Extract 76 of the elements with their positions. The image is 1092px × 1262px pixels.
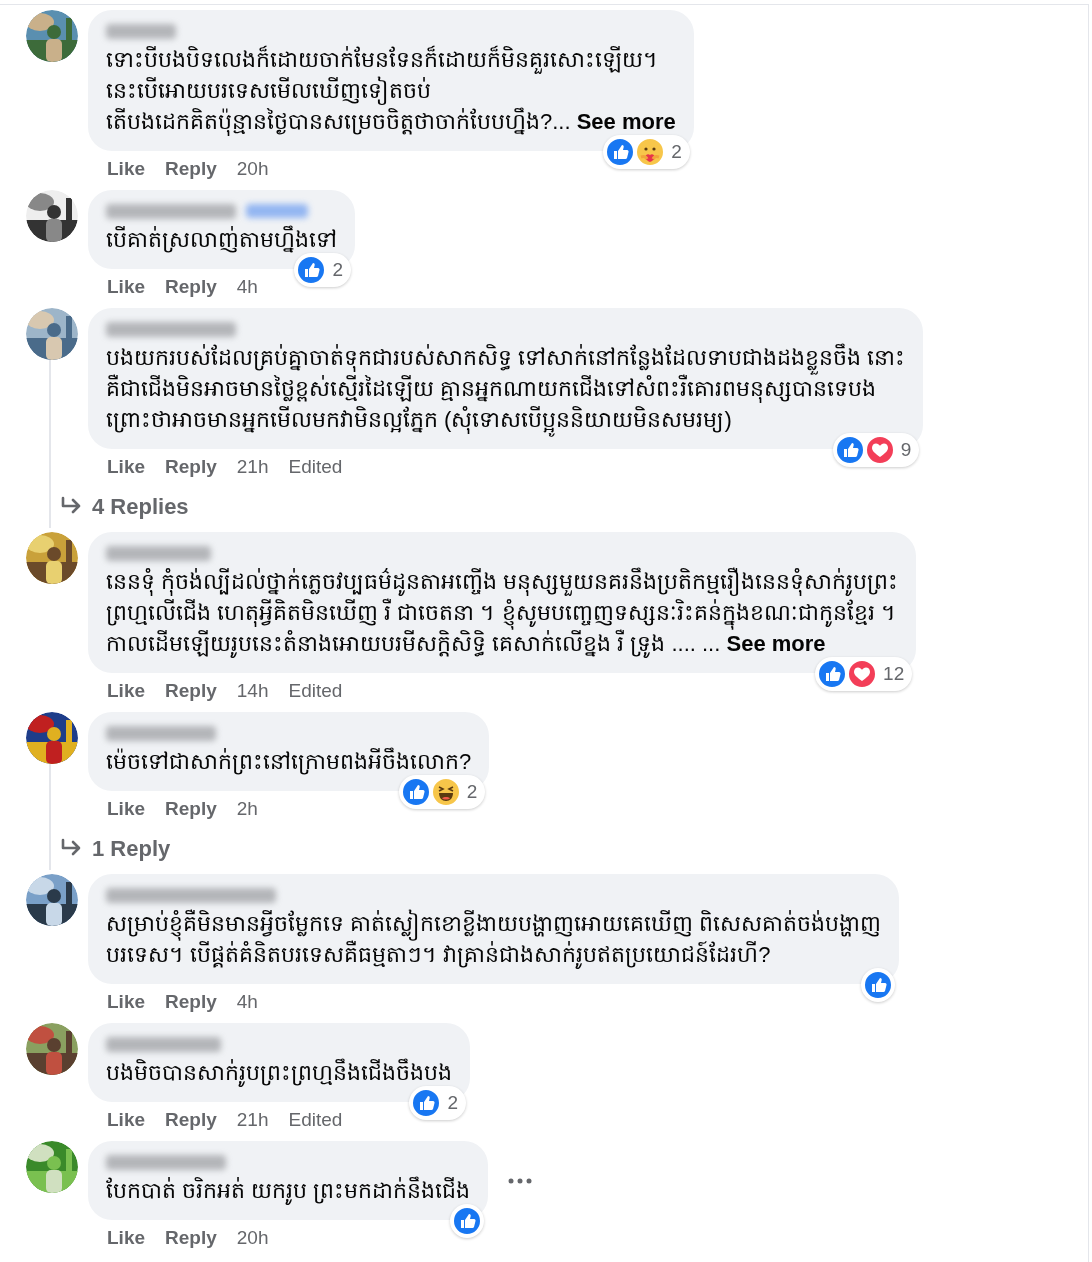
comment-text: នេះបើអោយបរទេសមើលឃើញទៀតចប់ — [106, 75, 432, 106]
like-reaction-icon — [605, 137, 636, 167]
laughing-reaction-icon — [430, 777, 461, 807]
heart-reaction-icon — [864, 435, 895, 465]
reaction-summary[interactable]: 2 — [409, 1086, 466, 1120]
like-reaction-icon — [296, 255, 327, 285]
like-reaction-icon — [817, 659, 848, 689]
reaction-summary[interactable]: 9 — [832, 433, 920, 467]
reaction-count: 2 — [466, 779, 478, 804]
like-reaction-icon — [863, 970, 894, 1000]
see-more-link[interactable]: See more — [726, 631, 826, 656]
more-options-icon[interactable] — [508, 1177, 533, 1184]
reply-link[interactable]: Reply — [165, 1105, 217, 1135]
comment-text: ព្រោះថាអាចមានអ្នកមើលមកវាមិនល្អភ្នែក (សុំទោសបើប្អូននិយាយមិនសមរម្យ) — [106, 404, 906, 435]
like-reaction-icon — [411, 1088, 442, 1118]
like-link[interactable]: Like — [107, 794, 146, 824]
edited-label[interactable]: Edited — [288, 452, 343, 482]
like-link[interactable]: Like — [107, 1223, 146, 1253]
heart-reaction-icon — [847, 659, 878, 689]
reaction-summary[interactable]: 2 — [398, 775, 486, 809]
reaction-summary[interactable] — [450, 1204, 485, 1238]
comment-time[interactable]: 2h — [236, 794, 258, 824]
comment-time[interactable]: 4h — [236, 272, 258, 302]
edited-label[interactable]: Edited — [288, 1105, 343, 1135]
reply-link[interactable]: Reply — [165, 272, 217, 302]
reply-arrow-icon — [60, 838, 82, 858]
blurred-name — [106, 23, 176, 39]
comment-time[interactable]: 20h — [236, 154, 269, 184]
comment-time[interactable]: 20h — [236, 1223, 269, 1253]
reaction-summary[interactable]: 12 — [815, 657, 913, 691]
comment-time[interactable]: 21h — [236, 452, 269, 482]
view-replies-link[interactable]: 4 Replies — [92, 489, 189, 523]
like-link[interactable]: Like — [107, 1105, 146, 1135]
reaction-count: 12 — [883, 661, 905, 686]
comment-text: សម្រាប់ខ្ញុំគឺមិនមានអ្វីចម្លែកទេ គាត់ស្លៀកខោខ្លីងាយបង្ហាញអោយគេឃើញ ពិសេសគាត់ចង់បង្ហាញ — [106, 908, 882, 939]
comment-time[interactable]: 21h — [236, 1105, 269, 1135]
like-reaction-icon — [834, 435, 865, 465]
comment-text: បងមិចបានសាក់រូបព្រះព្រហ្មនឹងជើងចឹងបង — [106, 1057, 452, 1088]
comment-text: ទោះបីបងបិទលេងក៏ដោយចាក់មែនទែនក៏ដោយក៏មិនគួរសោះឡើយ។ — [106, 44, 659, 75]
view-replies-link[interactable]: 1 Reply — [92, 831, 171, 865]
comment-text: ម៉េចទៅជាសាក់ព្រះនៅក្រោមពងអីចឹងលោក? — [106, 746, 472, 777]
comment-text: នេនទុំ កុំចង់ល្បីដល់ថ្នាក់ភ្លេចវប្បធម៌ដូនតាអញ្ចើង មនុស្សមួយនគរនឹងប្រតិកម្មរឿងនេនទុំសាក់រូបព្រះ — [106, 566, 899, 597]
like-reaction-icon — [452, 1206, 483, 1236]
reply-link[interactable]: Reply — [165, 1223, 217, 1253]
reaction-count: 2 — [671, 139, 682, 164]
comment-text: បងយករបស់ដែលគ្រប់គ្នាចាត់ទុកជារបស់សាកសិទ្ធ ទៅសាក់នៅកន្លែងដែលទាបជាងដងខ្លួនចឹង នោះ — [106, 342, 906, 373]
comment-time[interactable]: 14h — [236, 676, 269, 706]
comment-text: កាលដើមឡើយរូបនេះតំនាងអោយបរមីសក្ដិសិទ្ធិ គេសាក់លើខ្នង រឺ ទ្រូង .... ... See more — [106, 629, 826, 659]
reply-link[interactable]: Reply — [165, 154, 217, 184]
reaction-count: 2 — [332, 257, 343, 282]
like-link[interactable]: Like — [107, 987, 146, 1017]
reply-link[interactable]: Reply — [165, 452, 217, 482]
like-link[interactable]: Like — [107, 272, 146, 302]
comment-text: ព្រហ្មលើជើង ហេតុអ្វីគិតមិនឃើញ រឺ ជាចេតនា ។ ខ្ញុំសូមបញ្ចេញទស្សនៈរិះគន់ក្នុងខណៈជាកូនខ្មែរ ។ — [106, 597, 899, 628]
reply-arrow-icon — [60, 496, 82, 516]
like-reaction-icon — [400, 777, 431, 807]
comment-text: បរទេស។ បើផ្គត់គំនិតបរទេសគឺធម្មតាៗ។ វាគ្រាន់ជាងសាក់រូបឥតប្រយោជន៍ដែរហី? — [106, 940, 772, 970]
reaction-summary[interactable]: 2 — [603, 135, 690, 169]
like-link[interactable]: Like — [107, 676, 146, 706]
comment-time[interactable]: 4h — [236, 987, 258, 1017]
see-more-link[interactable]: See more — [576, 109, 676, 134]
reaction-count: 2 — [447, 1090, 458, 1115]
like-link[interactable]: Like — [107, 452, 146, 482]
like-link[interactable]: Like — [107, 154, 146, 184]
reply-link[interactable]: Reply — [165, 676, 217, 706]
reaction-summary[interactable] — [861, 968, 896, 1002]
comment-text: បែកបាត់ ចរិកអត់ យករូប ព្រះមកដាក់នឹងជើង — [106, 1175, 471, 1206]
edited-label[interactable]: Edited — [288, 676, 343, 706]
care-reaction-icon — [635, 137, 666, 167]
comment-text: បើគាត់ស្រលាញ់តាមហ្នឹងទៅ — [106, 224, 337, 255]
reply-link[interactable]: Reply — [165, 987, 217, 1017]
reaction-count: 9 — [900, 437, 912, 462]
comment-text: គឺជាជើងមិនអាចមានថ្លៃខ្ពស់ស្មើរដៃឡើយ គ្មានអ្នកណាយកជើងទៅសំពះរឺគោរពមនុស្សបានទេបង — [106, 374, 878, 404]
reaction-summary[interactable]: 2 — [294, 253, 351, 287]
comment-text: តើបងដេកគិតប៉ុន្មានថ្ងៃបានសម្រេចចិត្តថាចាក់បែបហ្នឹង?... See more — [106, 106, 676, 137]
reply-link[interactable]: Reply — [165, 794, 217, 824]
